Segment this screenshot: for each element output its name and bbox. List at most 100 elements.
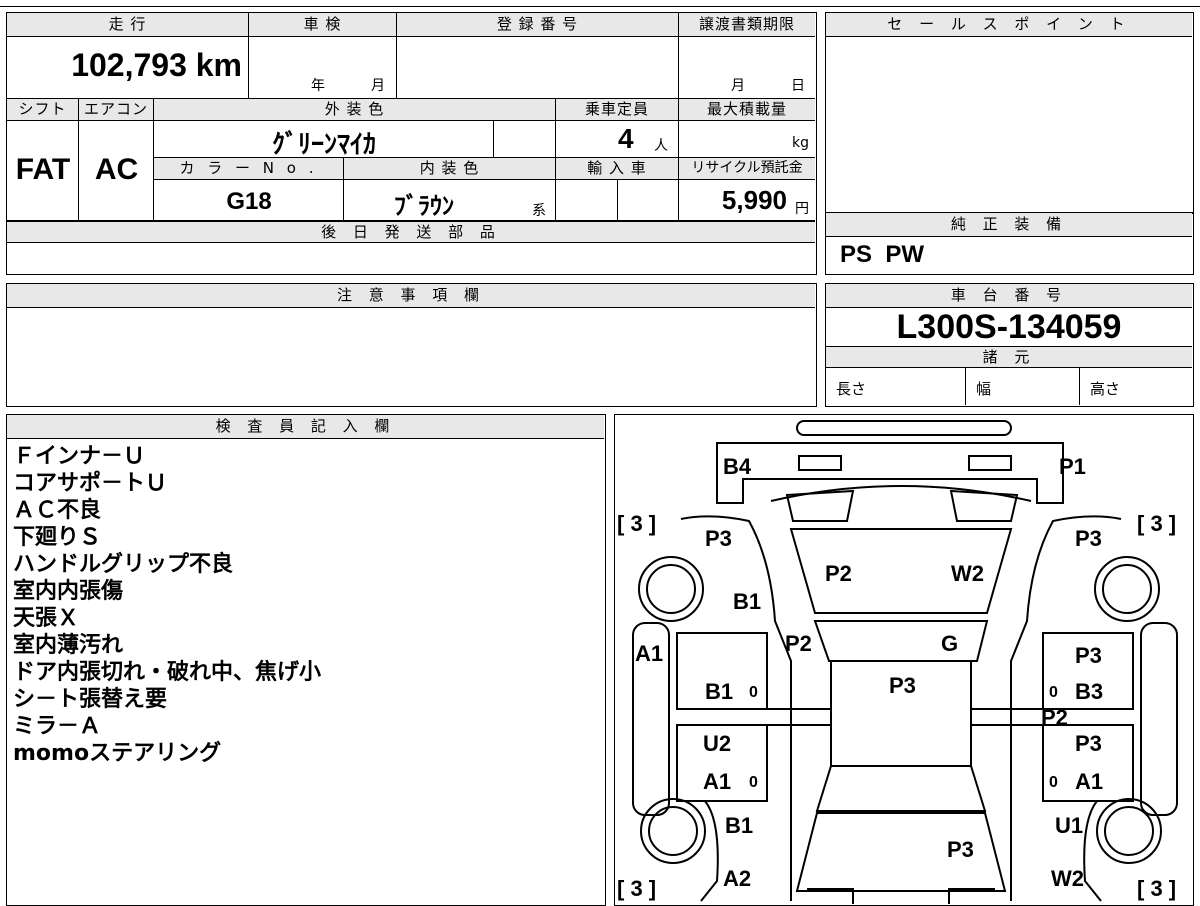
- wheel-fr-inner: [1102, 564, 1152, 614]
- mark-p3-right-door-1: P3: [1075, 643, 1102, 668]
- car-diagram-box: B4 P1 P3 P3 P2 W2 B1 A1 P2 G P3 P3 B1 0 …: [614, 414, 1194, 906]
- wheel-fl-outline: [638, 556, 704, 622]
- later-parts-label: 後 日 発 送 部 品: [7, 221, 815, 243]
- exterior-color-cell: ｸﾞﾘｰﾝﾏｲｶ: [154, 121, 494, 159]
- left-rear-fender-outline: [700, 800, 719, 902]
- recycle-label: リサイクル預託金: [679, 158, 815, 180]
- inspector-note: ＡＣ不良: [13, 498, 102, 523]
- specs-width-label: 幅: [976, 380, 992, 398]
- mark-zero-1: 0: [749, 684, 758, 701]
- mark-a1-right-door: A1: [1075, 769, 1103, 794]
- inspection-year-unit: 年: [311, 78, 325, 94]
- shift-label: シフト: [7, 99, 79, 121]
- standard-equipment-value: PS PW: [840, 241, 925, 268]
- mark-a1-left-door: A1: [703, 769, 731, 794]
- mileage-label: 走 行: [7, 13, 249, 37]
- tire-depth-front-right: [ 3 ]: [1137, 511, 1176, 536]
- mark-b3-right-door: B3: [1075, 679, 1103, 704]
- mark-b1-rear-left: B1: [725, 813, 753, 838]
- registration-label: 登 録 番 号: [397, 13, 679, 37]
- sales-point-label: セ ー ル ス ポ イ ン ト: [826, 13, 1192, 37]
- wheel-rl-inner: [648, 806, 698, 856]
- capacity-unit: 人: [654, 138, 668, 154]
- inspector-note: Ｆインナ－Ｕ: [13, 444, 146, 469]
- wheel-rr-inner: [1104, 806, 1154, 856]
- standard-equipment-box: 純 正 装 備 PS PW: [825, 212, 1194, 275]
- tire-depth-front-left: [ 3 ]: [617, 511, 656, 536]
- inspector-notes-list: Ｆインナ－Ｕ コアサポ－トＵ ＡＣ不良 下廻りＳ ハンドルグリップ不良 室内内張…: [13, 443, 321, 767]
- mark-u1-rear-right: U1: [1055, 813, 1083, 838]
- inspector-note: ハンドルグリップ不良: [13, 552, 234, 577]
- aircon-label: エアコン: [79, 99, 154, 121]
- inspection-label: 車 検: [249, 13, 397, 37]
- shift-cell: FAT: [7, 121, 79, 221]
- max-load-label: 最大積載量: [679, 99, 815, 121]
- transfer-deadline-label: 譲渡書類期限: [679, 13, 815, 37]
- color-no-cell: G18: [154, 180, 344, 221]
- chassis-label: 車 台 番 号: [826, 284, 1192, 308]
- inspector-note: コアサポ－トＵ: [13, 471, 168, 496]
- deadline-month-unit: 月: [731, 78, 745, 94]
- sales-point-box: セ ー ル ス ポ イ ン ト: [825, 12, 1194, 214]
- mark-w2-rear-right: W2: [1051, 866, 1084, 891]
- inspection-month-unit: 月: [371, 78, 385, 94]
- inspection-cell: 年 月: [249, 37, 397, 99]
- recycle-value: 5,990: [721, 185, 787, 215]
- wheel-rl-outline: [640, 798, 706, 864]
- car-diagram: B4 P1 P3 P3 P2 W2 B1 A1 P2 G P3 P3 B1 0 …: [617, 420, 1178, 904]
- inspector-box: 検 査 員 記 入 欄 Ｆインナ－Ｕ コアサポ－トＵ ＡＣ不良 下廻りＳ ハンド…: [6, 414, 606, 906]
- specs-height-label: 高さ: [1090, 380, 1121, 398]
- later-parts-value: [7, 243, 815, 273]
- headlight-right-outline: [968, 455, 1012, 471]
- specs-width-cell: 幅: [966, 368, 1080, 405]
- mark-u2-left-door: U2: [703, 731, 731, 756]
- interior-color-label: 内 装 色: [344, 158, 556, 180]
- mark-p2-right-door: P2: [1041, 705, 1068, 730]
- standard-equipment-label: 純 正 装 備: [826, 213, 1192, 237]
- capacity-label: 乗車定員: [556, 99, 679, 121]
- tire-depth-rear-right: [ 3 ]: [1137, 876, 1176, 901]
- aircon-cell: AC: [79, 121, 154, 221]
- recycle-unit: 円: [795, 201, 809, 217]
- mark-zero-4: 0: [1049, 774, 1058, 791]
- mark-p2-hood: P2: [825, 561, 852, 586]
- exterior-color-extra-cell: [494, 121, 556, 158]
- mark-zero-3: 0: [749, 774, 758, 791]
- mark-w2-hood: W2: [951, 561, 984, 586]
- capacity-value: 4: [618, 123, 634, 154]
- exterior-color-value: ｸﾞﾘｰﾝﾏｲｶ: [271, 129, 376, 159]
- rear-window-outline: [815, 765, 987, 812]
- import-cell-a: [556, 180, 618, 221]
- interior-color-cell: ﾌﾞﾗｳﾝ 系: [344, 180, 556, 221]
- recycle-cell: 5,990 円: [679, 180, 815, 221]
- chassis-box: 車 台 番 号 L300S-134059 諸 元 長さ 幅 高さ: [825, 283, 1194, 407]
- mileage-value: 102,793 km: [71, 47, 242, 83]
- wheel-fr-outline: [1094, 556, 1160, 622]
- chassis-number: L300S-134059: [896, 308, 1122, 346]
- max-load-cell: kg: [679, 121, 815, 158]
- inspector-label: 検 査 員 記 入 欄: [7, 415, 604, 439]
- headlight-left-outline: [798, 455, 842, 471]
- right-rear-fender-outline: [1083, 800, 1102, 902]
- top-partial-row: [0, 0, 1200, 7]
- aircon-value: AC: [94, 153, 139, 186]
- wheel-fl-inner: [646, 564, 696, 614]
- mark-p3-front-left: P3: [705, 526, 732, 551]
- mark-zero-2: 0: [1049, 684, 1058, 701]
- transfer-deadline-cell: 月 日: [679, 37, 815, 99]
- windshield-outline: [813, 620, 989, 662]
- inspector-note: ドア内張切れ・破れ中、焦げ小: [13, 660, 322, 685]
- inspector-note: 天張Ｘ: [13, 606, 80, 631]
- right-side-panel-outline: [1140, 622, 1178, 816]
- front-bumper-outline: [796, 420, 1012, 436]
- cowl-line: [770, 485, 1032, 502]
- mark-a2-rear-left: A2: [723, 866, 751, 891]
- inspector-note: 室内内張傷: [13, 579, 124, 604]
- notes-label: 注 意 事 項 欄: [7, 284, 815, 308]
- inspector-note: 下廻りＳ: [13, 525, 102, 550]
- vehicle-info-table: 走 行 車 検 登 録 番 号 譲渡書類期限 102,793 km 年 月 月 …: [6, 12, 817, 275]
- tire-depth-rear-left: [ 3 ]: [617, 876, 656, 901]
- notes-box: 注 意 事 項 欄: [6, 283, 817, 407]
- color-no-label: カ ラ ー N o .: [154, 158, 344, 180]
- left-sill-lines: [677, 708, 831, 726]
